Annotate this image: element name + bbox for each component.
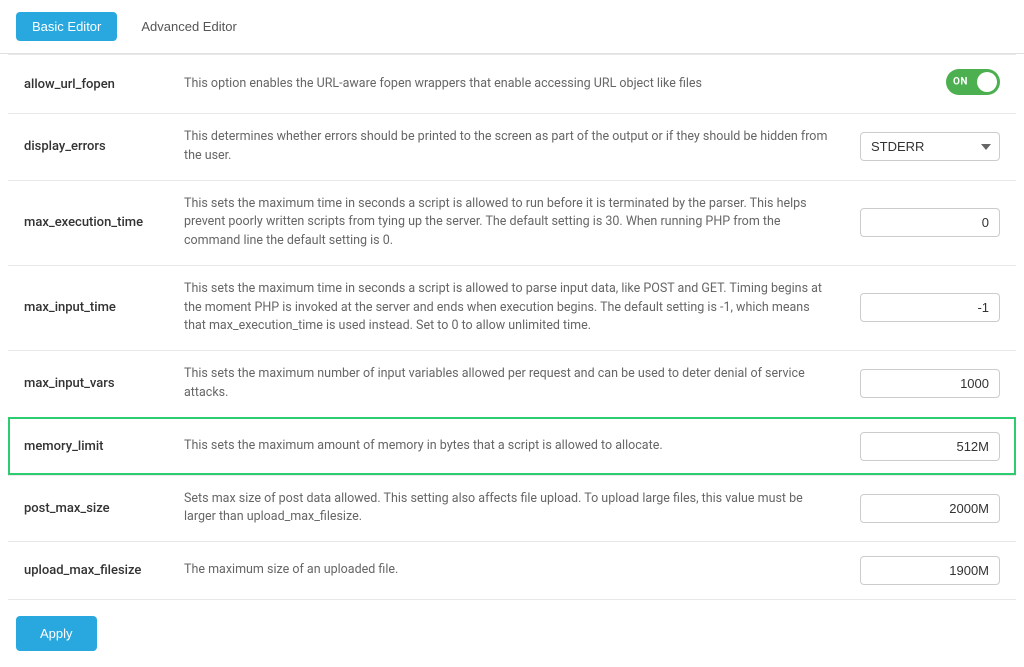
input-max_execution_time[interactable] [860, 208, 1000, 237]
setting-control: ON [844, 55, 1016, 114]
table-row: post_max_sizeSets max size of post data … [8, 475, 1016, 542]
setting-control [844, 475, 1016, 542]
setting-name: max_execution_time [8, 180, 168, 265]
settings-table: allow_url_fopenThis option enables the U… [8, 54, 1016, 600]
setting-name: max_input_vars [8, 351, 168, 418]
setting-name: allow_url_fopen [8, 55, 168, 114]
table-row: max_input_varsThis sets the maximum numb… [8, 351, 1016, 418]
setting-control [844, 180, 1016, 265]
setting-control [844, 417, 1016, 475]
setting-name: post_max_size [8, 475, 168, 542]
table-row: max_execution_timeThis sets the maximum … [8, 180, 1016, 265]
setting-description: This sets the maximum number of input va… [168, 351, 844, 418]
input-max_input_time[interactable] [860, 293, 1000, 322]
setting-name: upload_max_filesize [8, 542, 168, 600]
input-memory_limit[interactable] [860, 432, 1000, 461]
table-row: max_input_timeThis sets the maximum time… [8, 265, 1016, 350]
setting-description: This sets the maximum time in seconds a … [168, 180, 844, 265]
setting-description: Sets max size of post data allowed. This… [168, 475, 844, 542]
tab-bar: Basic Editor Advanced Editor [0, 0, 1024, 54]
table-row: display_errorsThis determines whether er… [8, 114, 1016, 181]
setting-description: This determines whether errors should be… [168, 114, 844, 181]
tab-basic-editor[interactable]: Basic Editor [16, 12, 117, 41]
setting-control: STDERROnOffstdout [844, 114, 1016, 181]
toggle-allow_url_fopen[interactable]: ON [946, 69, 1000, 95]
setting-description: The maximum size of an uploaded file. [168, 542, 844, 600]
setting-name: display_errors [8, 114, 168, 181]
setting-name: max_input_time [8, 265, 168, 350]
input-post_max_size[interactable] [860, 494, 1000, 523]
table-row: upload_max_filesizeThe maximum size of a… [8, 542, 1016, 600]
setting-description: This option enables the URL-aware fopen … [168, 55, 844, 114]
table-row: allow_url_fopenThis option enables the U… [8, 55, 1016, 114]
setting-control [844, 351, 1016, 418]
select-display_errors[interactable]: STDERROnOffstdout [860, 132, 1000, 161]
toggle-wrap: ON [946, 69, 1000, 95]
input-upload_max_filesize[interactable] [860, 556, 1000, 585]
tab-advanced-editor[interactable]: Advanced Editor [125, 12, 252, 41]
input-max_input_vars[interactable] [860, 369, 1000, 398]
footer: Apply [0, 600, 1024, 667]
setting-control [844, 542, 1016, 600]
table-row: memory_limitThis sets the maximum amount… [8, 417, 1016, 475]
setting-description: This sets the maximum time in seconds a … [168, 265, 844, 350]
setting-description: This sets the maximum amount of memory i… [168, 417, 844, 475]
setting-name: memory_limit [8, 417, 168, 475]
setting-control [844, 265, 1016, 350]
